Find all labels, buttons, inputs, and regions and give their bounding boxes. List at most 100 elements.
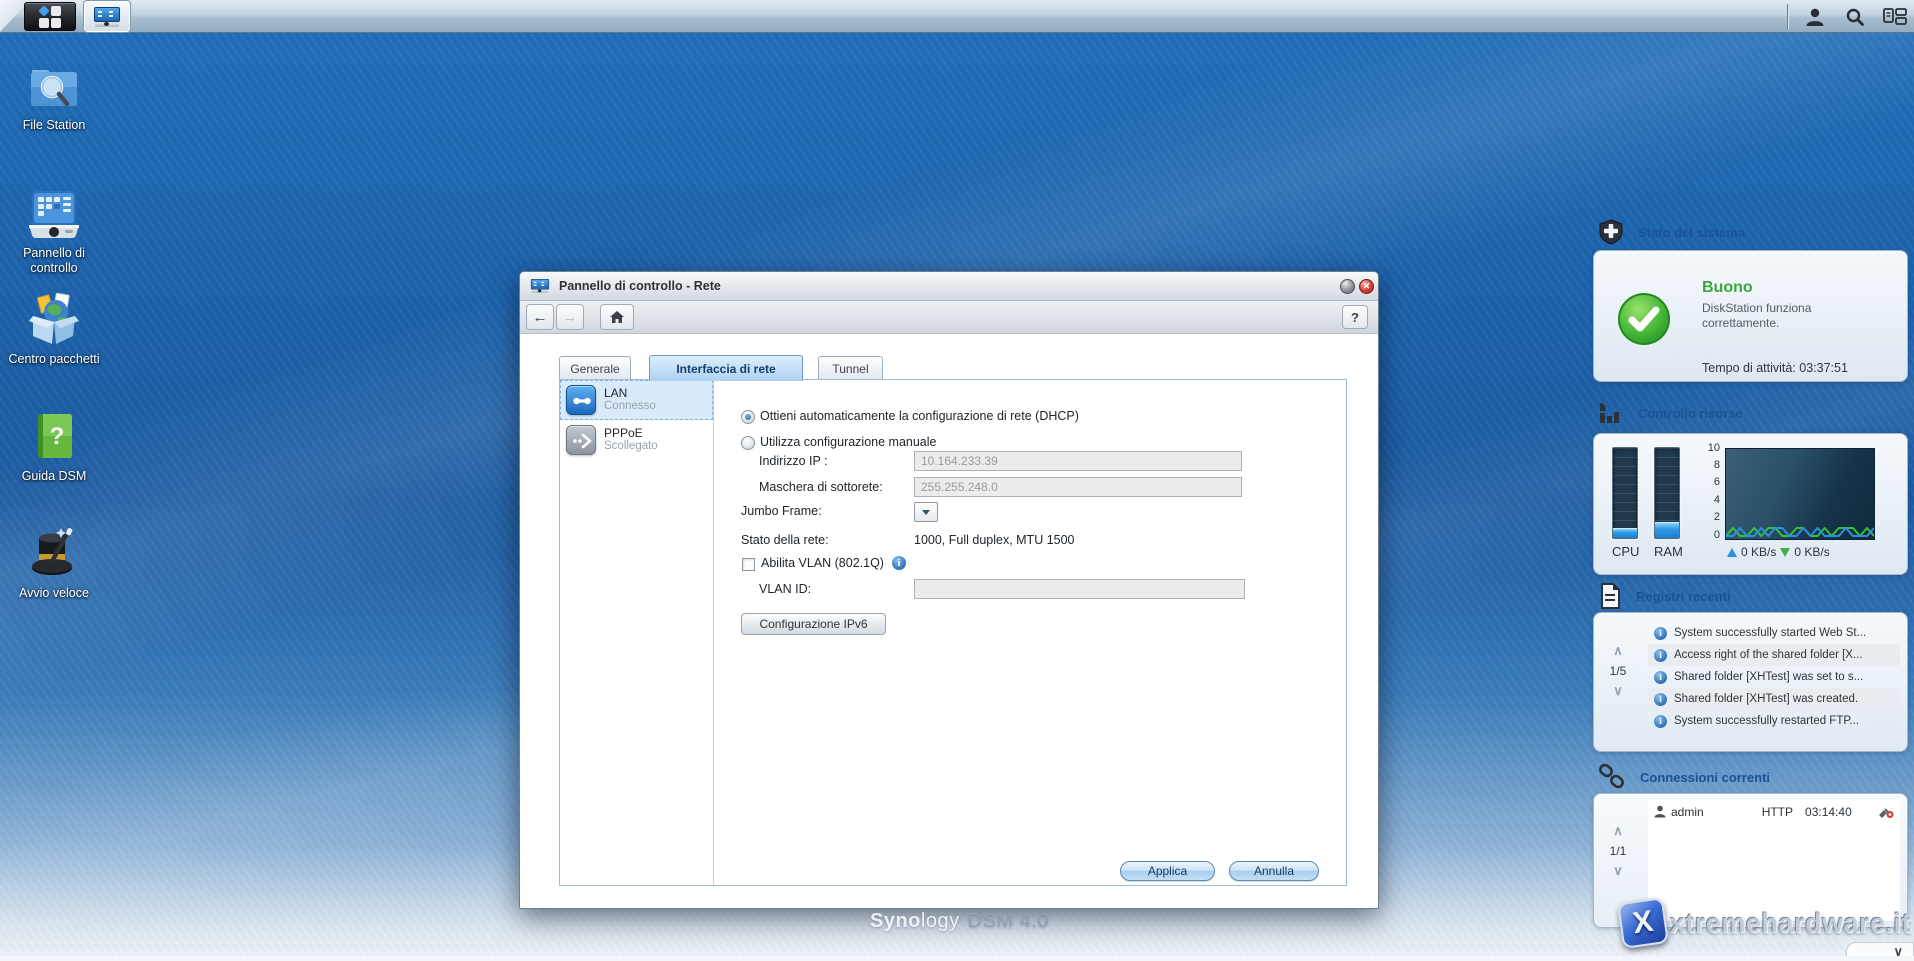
window-title: Pannello di controllo - Rete [559,279,721,293]
taskbar [0,0,1914,33]
cancel-button[interactable]: Annulla [1229,861,1319,881]
vlan-id-label: VLAN ID: [759,582,811,596]
desktop-icon-file-station[interactable]: File Station [8,56,100,133]
tab-generale[interactable]: Generale [559,356,631,380]
vlan-id-input[interactable] [914,579,1245,599]
desktop-icon-package-center[interactable]: Centro pacchetti [8,290,100,367]
vlan-checkbox[interactable] [742,558,755,571]
network-interface-panel: LAN Connesso PPPoE Scollegato Ottieni au… [559,379,1347,886]
apply-button-label: Applica [1148,864,1187,878]
ytick: 0 [1702,529,1720,541]
desktop-icon-dsm-help[interactable]: ? Guida DSM [8,407,100,484]
desktop-icon-label: Pannello di controllo [8,246,100,276]
close-button[interactable]: ✕ [1359,279,1374,294]
health-description-line2: correttamente. [1702,316,1811,331]
subnet-label: Maschera di sottorete: [759,480,883,494]
control-panel-icon [94,7,120,27]
log-row: i System successfully started Web St... [1648,622,1900,644]
ipv6-config-button[interactable]: Configurazione IPv6 [741,613,886,635]
synology-dsm-watermark: SynologyDSM 4.0 [870,910,1049,933]
back-button[interactable]: ← [526,304,554,330]
subnet-input[interactable] [914,477,1242,497]
recent-logs-header: Registri recenti [1598,583,1731,609]
resource-monitor-header: Controllo risorse [1598,401,1743,425]
info-icon: i [1654,693,1667,706]
network-throughput: 0 KB/s 0 KB/s [1727,545,1830,559]
current-connections-title: Connessioni correnti [1640,770,1770,785]
package-center-icon [8,290,100,346]
chevron-down-icon [922,510,930,515]
download-arrow-icon [1780,548,1790,557]
taskbar-control-panel-button[interactable] [84,1,130,32]
interface-name: PPPoE [604,426,643,440]
resource-monitor-title: Controllo risorse [1638,406,1743,421]
dhcp-radio[interactable] [741,410,755,424]
tab-interfaccia-di-rete[interactable]: Interfaccia di rete [649,355,803,381]
apps-grid-icon [39,6,61,28]
taskbar-divider [1787,4,1788,30]
network-graph-lines [1726,449,1874,539]
log-text: Access right of the shared folder [X... [1674,649,1863,661]
connection-user: admin [1671,805,1704,819]
system-health-panel: Buono DiskStation funziona correttamente… [1593,250,1908,382]
lan-icon [566,385,596,415]
cpu-meter-fill [1613,528,1637,538]
interface-list: LAN Connesso PPPoE Scollegato [560,380,714,885]
apply-button[interactable]: Applica [1120,861,1215,881]
logs-pager-down[interactable]: ∨ [1598,684,1638,698]
shield-icon [1598,219,1624,245]
user-icon[interactable] [1802,4,1828,30]
interface-row-lan[interactable]: LAN Connesso [560,380,713,420]
interface-row-pppoe[interactable]: PPPoE Scollegato [560,420,713,460]
manual-config-radio[interactable] [741,436,755,450]
info-icon: i [1654,715,1667,728]
log-row: i Shared folder [XHTest] was set to s... [1648,666,1900,688]
ram-label: RAM [1654,544,1680,559]
connection-time: 03:14:40 [1805,805,1852,819]
log-document-icon [1598,583,1622,609]
brand-bold: Syno [870,910,921,932]
ipv6-config-button-label: Configurazione IPv6 [759,617,867,631]
quick-launch-icon [8,524,100,580]
brand-version: DSM 4.0 [968,910,1049,932]
desktop-icon-quick-launch[interactable]: Avvio veloce [8,524,100,601]
health-description: DiskStation funziona correttamente. [1702,301,1811,331]
jumbo-frame-dropdown[interactable] [914,502,938,522]
logs-pager-up[interactable]: ∧ [1598,644,1638,658]
connections-pager-num: 1/1 [1598,844,1638,858]
upload-arrow-icon [1727,548,1737,557]
desktop-icon-label: Centro pacchetti [8,352,100,367]
window-titlebar[interactable]: Pannello di controllo - Rete ✕ [520,272,1378,301]
info-icon[interactable]: i [892,556,906,570]
connections-pager-down[interactable]: ∨ [1598,864,1638,878]
xtremehardware-watermark: X xtremehardware.it [1620,900,1911,946]
bar-chart-icon [1598,401,1624,425]
desktop-icon-label: File Station [8,118,100,133]
tab-tunnel[interactable]: Tunnel [818,356,883,380]
search-icon[interactable] [1842,4,1868,30]
main-menu-button[interactable] [24,2,76,31]
health-ok-icon [1616,291,1672,347]
cpu-meter [1612,447,1638,539]
window-title-icon [531,279,549,293]
home-icon [609,310,625,324]
ram-meter [1654,447,1680,539]
log-text: System successfully restarted FTP... [1674,715,1859,727]
download-value: 0 KB/s [1794,545,1829,559]
ip-input[interactable] [914,451,1242,471]
minimize-button[interactable] [1340,279,1355,294]
disconnect-icon[interactable] [1878,805,1894,819]
logs-pager-num: 1/5 [1598,664,1638,678]
network-graph [1725,448,1875,540]
home-button[interactable] [600,304,634,330]
tab-label: Generale [570,362,619,376]
pilot-view-icon[interactable] [1882,4,1908,30]
forward-button[interactable]: → [556,304,584,330]
network-status-value: 1000, Full duplex, MTU 1500 [914,533,1075,547]
help-button[interactable]: ? [1342,305,1368,329]
health-description-line1: DiskStation funziona [1702,301,1811,316]
network-status-label: Stato della rete: [741,533,829,547]
connections-pager-up[interactable]: ∧ [1598,824,1638,838]
pppoe-icon [566,425,596,455]
desktop-icon-control-panel[interactable]: Pannello di controllo [8,184,100,276]
